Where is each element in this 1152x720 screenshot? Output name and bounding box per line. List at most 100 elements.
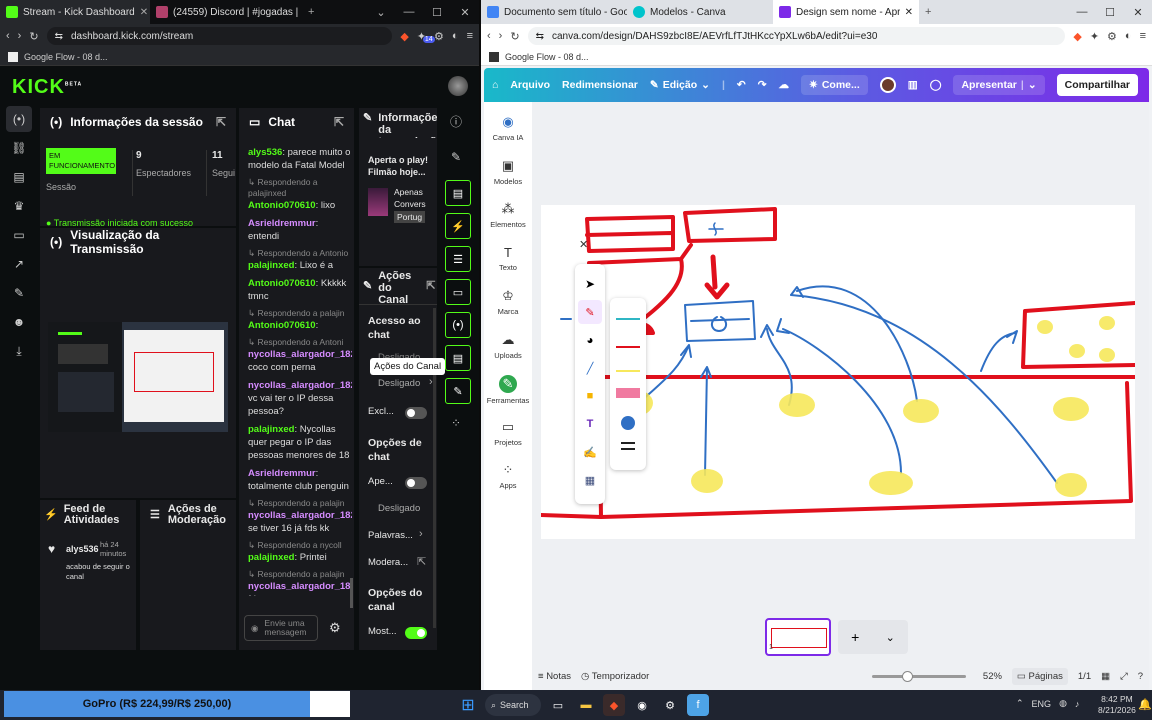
windows-start-icon[interactable]: ⊞ xyxy=(457,694,479,716)
layout-icon[interactable]: ▤ xyxy=(445,180,471,206)
rail-apps[interactable]: ⁘ Apps xyxy=(484,462,532,490)
new-tab-icon[interactable]: + xyxy=(300,6,322,18)
tab-discord[interactable]: (24559) Discord | #jogadas | PBPI ✕ xyxy=(150,0,300,24)
chat-username[interactable]: alys536 xyxy=(248,147,282,158)
chat-input[interactable]: ◉ Envie uma mensagem xyxy=(244,615,318,641)
minimize-icon[interactable]: — xyxy=(1068,6,1096,18)
fullscreen-icon[interactable]: ⤢ xyxy=(1120,671,1128,682)
table-icon[interactable]: ▦ xyxy=(580,470,600,490)
reload-icon[interactable]: ↻ xyxy=(29,30,38,43)
nickname-toggle[interactable] xyxy=(405,477,427,489)
setting-label[interactable]: Palavras... xyxy=(368,530,413,541)
video-icon[interactable]: ▭ xyxy=(6,222,32,248)
shapes-icon[interactable]: ◕ xyxy=(580,330,600,350)
chat-username[interactable]: Antonio070610 xyxy=(248,320,316,331)
reply-context[interactable]: ↳ Respondendo a Antonio xyxy=(248,248,352,259)
lightning-icon[interactable]: ⚡ xyxy=(445,213,471,239)
extension-icon[interactable]: ✦ 14 xyxy=(417,30,435,43)
pen-preview-icon[interactable] xyxy=(616,308,640,320)
tray-chevron-icon[interactable]: ⌃ xyxy=(1016,698,1024,709)
rail-canva-ia[interactable]: ◉ Canva IA xyxy=(484,114,532,142)
undo-icon[interactable]: ↶ xyxy=(737,79,746,91)
rail-elementos[interactable]: ⁂ Elementos xyxy=(484,201,532,229)
show-toggle[interactable] xyxy=(405,627,427,639)
chat-scrollbar[interactable] xyxy=(350,578,353,608)
chat-username[interactable]: palajinxed xyxy=(248,260,294,271)
analytics-icon[interactable]: ▤ xyxy=(6,164,32,190)
rail-marca[interactable]: ♔ Marca xyxy=(484,288,532,316)
chat-username[interactable]: palajinxed xyxy=(248,552,294,563)
chat-username[interactable]: Antonio070610 xyxy=(248,200,316,211)
popout-icon[interactable]: ⇱ xyxy=(426,280,435,306)
timer-button[interactable]: ◷ Temporizador xyxy=(581,671,649,682)
list-icon[interactable]: ☰ xyxy=(445,246,471,272)
redo-icon[interactable]: ↷ xyxy=(758,79,767,91)
reply-context[interactable]: ↳ Respondendo a palajin xyxy=(248,308,352,319)
home-icon[interactable]: ⌂ xyxy=(492,79,498,91)
chat-username[interactable]: nycollas_alargador_1828 xyxy=(248,581,352,592)
pages-button[interactable]: ▭ Páginas xyxy=(1011,667,1068,685)
chat-username[interactable]: nycollas_alargador_1828 xyxy=(248,510,352,521)
address-bar[interactable]: ⇆ canva.com/design/DAHS9zbcI8E/AEVrfLfTJ… xyxy=(527,27,1066,45)
menu-icon[interactable]: ≡ xyxy=(467,30,473,42)
chat-icon[interactable]: ▭ xyxy=(445,279,471,305)
share-button[interactable]: Compartilhar xyxy=(1056,74,1139,96)
reply-context[interactable]: ↳ Respondendo a palajin xyxy=(248,569,352,580)
kick-logo[interactable]: KICKBETA xyxy=(12,76,82,99)
chat-username[interactable]: nycollas_alargador_1828 xyxy=(248,349,352,360)
file-explorer-icon[interactable]: ▬ xyxy=(575,694,597,716)
brave-shield-icon[interactable]: ◆ xyxy=(1073,30,1081,43)
page-thumbnail[interactable]: 1 xyxy=(765,618,831,656)
broadcast-icon[interactable]: (•) xyxy=(445,312,471,338)
wrench-icon[interactable]: ✎ xyxy=(6,280,32,306)
steam-icon[interactable]: ⚙ xyxy=(659,694,681,716)
notification-icon[interactable]: 🔔 xyxy=(1138,698,1152,711)
file-menu[interactable]: Arquivo xyxy=(510,79,550,91)
clock[interactable]: 8:42 PM 8/21/2026 xyxy=(1098,694,1136,716)
edit-icon[interactable]: ✎ xyxy=(443,144,469,170)
chat-username[interactable]: Asrieldremmur xyxy=(248,218,316,229)
shield-icon[interactable]: ◐ xyxy=(1125,30,1132,42)
close-icon[interactable]: ✕ xyxy=(140,7,148,18)
chat-username[interactable]: Asrieldremmur xyxy=(248,468,316,479)
volume-icon[interactable]: ♪ xyxy=(1075,699,1080,709)
site-info-icon[interactable]: ⇆ xyxy=(55,31,63,42)
tab-docs[interactable]: Documento sem título - Google Docs xyxy=(481,0,627,24)
shield-icon[interactable]: ◐ xyxy=(452,30,459,42)
puzzle-icon[interactable]: ⚙ xyxy=(434,30,444,43)
network-icon[interactable]: ◍ xyxy=(1059,698,1067,709)
site-info-icon[interactable]: ⇆ xyxy=(536,31,544,42)
insights-icon[interactable]: ▥ xyxy=(908,79,918,91)
comments-icon[interactable]: ◯ xyxy=(930,79,942,91)
zoom-slider-thumb[interactable] xyxy=(902,671,913,682)
reply-context[interactable]: ↳ Respondendo a palajin xyxy=(248,498,352,509)
obs-icon[interactable]: ◉ xyxy=(631,694,653,716)
rail-uploads[interactable]: ☁ Uploads xyxy=(484,332,532,360)
tab-canva-design[interactable]: Design sem nome - Apresentaç ✕ xyxy=(773,0,919,24)
highlighter-preview-icon[interactable] xyxy=(616,360,640,372)
chat-username[interactable]: nycollas_alargador_1828 xyxy=(248,380,352,391)
taskbar-search[interactable]: ⌕ Search xyxy=(485,694,541,716)
actions-scrollbar[interactable] xyxy=(433,308,436,628)
info-card-icon[interactable]: ▤ xyxy=(445,345,471,371)
grid-view-icon[interactable]: ▦ xyxy=(1101,671,1110,682)
setting-value[interactable]: Desligado xyxy=(378,378,420,389)
select-icon[interactable]: ➤ xyxy=(580,274,600,294)
eraser-preview-icon[interactable] xyxy=(616,388,640,398)
forward-icon[interactable]: › xyxy=(499,30,503,42)
bookmark-item[interactable]: Google Flow - 08 d... xyxy=(24,52,108,62)
pen-icon[interactable]: ✎ xyxy=(578,300,602,324)
new-tab-icon[interactable]: + xyxy=(919,6,937,18)
chat-username[interactable]: Antonio070610 xyxy=(248,278,316,289)
line-icon[interactable]: ╱ xyxy=(580,358,600,378)
external-link-icon[interactable]: ⇱ xyxy=(417,555,426,568)
puzzle-icon[interactable]: ⚙ xyxy=(1107,30,1117,43)
close-icon[interactable]: ✕ xyxy=(905,7,913,18)
edit-menu[interactable]: ✎ Edição ⌄ xyxy=(650,79,710,91)
extension-icon[interactable]: ✦ xyxy=(1090,30,1099,43)
reload-icon[interactable]: ↻ xyxy=(510,30,519,43)
rail-ferramentas[interactable]: ✎ Ferramentas xyxy=(484,375,532,405)
stroke-weight-icon[interactable] xyxy=(621,442,635,450)
popout-icon[interactable]: ⇱ xyxy=(216,115,226,129)
reply-context[interactable]: ↳ Respondendo a Antoni xyxy=(248,337,352,348)
